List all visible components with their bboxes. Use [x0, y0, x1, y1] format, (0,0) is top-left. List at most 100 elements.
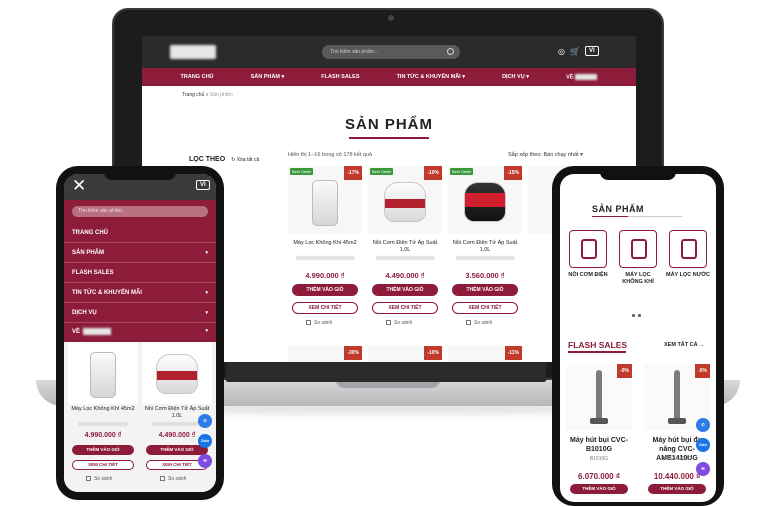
product-card[interactable]: -30%	[288, 346, 362, 362]
product-card[interactable]: Best Seller -17% Máy Lọc Không Khí 45m2 …	[288, 166, 362, 336]
close-icon[interactable]: ✕	[72, 177, 86, 195]
product-name[interactable]: Máy Lọc Không Khí 45m2	[68, 406, 138, 413]
nav-home[interactable]: TRANG CHỦ	[181, 74, 214, 80]
product-card[interactable]: -11%	[448, 346, 522, 362]
rice-cooker-glyph	[581, 239, 597, 259]
menu-item-flash-sales[interactable]: FLASH SALES	[72, 270, 208, 276]
carousel-dots[interactable]	[632, 314, 641, 317]
vacuum-image	[590, 370, 608, 424]
carousel-dot[interactable]	[638, 314, 641, 317]
add-to-cart-button[interactable]: THÊM VÀO GIỎ	[648, 484, 706, 494]
filter-heading: LỌC THEO ↻ Xóa tất cả	[189, 156, 259, 163]
nav-about[interactable]: VỀ	[566, 73, 598, 80]
product-name[interactable]: Máy Lọc Không Khí 45m2	[288, 240, 362, 247]
brand-logo[interactable]	[170, 45, 216, 59]
menu-item-services[interactable]: DỊCH VỤ ▾	[72, 310, 208, 316]
menu-item-products[interactable]: SẢN PHẨM ▾	[72, 250, 208, 256]
product-name[interactable]: Nồi Cơm Điện Tử Áp Suất 1.0L	[448, 240, 522, 254]
keyboard	[226, 360, 546, 382]
product-card[interactable]: Máy Lọc Không Khí 45m2 4.990.000 ₫ THÊM …	[68, 342, 138, 492]
phone-right-notch	[600, 166, 676, 180]
clear-filters-button[interactable]: ↻ Xóa tất cả	[231, 157, 259, 163]
menu-item-label: VỀ	[72, 329, 81, 336]
view-details-button[interactable]: XEM CHI TIẾT	[372, 302, 438, 314]
phone-call-icon[interactable]: ✆	[696, 418, 710, 432]
breadcrumb-home[interactable]: Trang chủ	[182, 92, 204, 98]
product-image[interactable]: -11%	[448, 346, 522, 362]
nav-services[interactable]: DỊCH VỤ ▾	[502, 74, 529, 80]
search-input[interactable]: Tìm kiếm sản phẩm...	[322, 45, 460, 59]
section-title: SẢN PHẨM	[592, 204, 645, 214]
product-image[interactable]	[142, 342, 212, 404]
product-image[interactable]: -0%	[566, 364, 632, 430]
category-water-purifier[interactable]: MÁY LỌC NƯỚC	[666, 230, 710, 300]
search-input[interactable]: Tìm kiếm sản phẩm...	[72, 206, 208, 217]
add-to-cart-button[interactable]: THÊM VÀO GIỎ	[372, 284, 438, 296]
chevron-down-icon[interactable]: ▾	[205, 250, 208, 256]
see-all-link[interactable]: XEM TẤT CẢ →	[664, 342, 705, 348]
zalo-chat-button[interactable]: Zalo	[198, 434, 212, 448]
add-to-cart-button[interactable]: THÊM VÀO GIỎ	[292, 284, 358, 296]
filter-title: LỌC THEO	[189, 156, 226, 163]
discount-badge: -0%	[695, 364, 710, 378]
compare-label: So sánh	[314, 320, 333, 326]
carousel-dot[interactable]	[632, 314, 635, 317]
compare-checkbox[interactable]: So sánh	[466, 320, 492, 326]
product-grid: Máy Lọc Không Khí 45m2 4.990.000 ₫ THÊM …	[64, 342, 216, 492]
product-card[interactable]: Best Seller -10% Nồi Cơm Điện Tử Áp Suất…	[368, 166, 442, 336]
compare-label: So sánh	[168, 476, 187, 482]
view-details-button[interactable]: XEM CHI TIẾT	[292, 302, 358, 314]
breadcrumb-current: Sản phẩm	[209, 92, 233, 98]
zalo-chat-button[interactable]: Zalo	[696, 438, 710, 452]
discount-badge: -15%	[504, 166, 522, 180]
chevron-down-icon[interactable]: ▾	[205, 328, 208, 334]
product-image[interactable]	[68, 342, 138, 404]
add-to-cart-button[interactable]: THÊM VÀO GIỎ	[570, 484, 628, 494]
category-air-purifier[interactable]: MÁY LỌC KHÔNG KHÍ	[616, 230, 660, 300]
title-underline	[592, 216, 682, 217]
nav-flash-sales[interactable]: FLASH SALES	[321, 74, 359, 80]
chevron-down-icon[interactable]: ▾	[205, 290, 208, 296]
view-details-button[interactable]: XEM CHI TIẾT	[72, 460, 134, 470]
add-to-cart-button[interactable]: THÊM VÀO GIỎ	[72, 445, 134, 455]
view-details-button[interactable]: XEM CHI TIẾT	[452, 302, 518, 314]
search-icon[interactable]	[447, 48, 454, 55]
product-name[interactable]: Máy hút bụi CVC-B1010G	[566, 436, 632, 454]
nav-products-label: SẢN PHẨM	[250, 74, 280, 80]
flash-product-card[interactable]: -0% Máy hút bụi đa năng CVC-AME1410UG UM…	[644, 364, 710, 502]
menu-item-home[interactable]: TRANG CHỦ	[72, 230, 208, 236]
discount-badge: -11%	[504, 346, 522, 360]
messenger-icon[interactable]: ✉	[696, 462, 710, 476]
product-image[interactable]: -10%	[368, 346, 442, 362]
cart-icon[interactable]: 🛒	[570, 47, 580, 56]
product-image[interactable]: Best Seller -15%	[448, 166, 522, 234]
flash-product-card[interactable]: -0% Máy hút bụi CVC-B1010G B1010G 6.070.…	[566, 364, 632, 502]
sort-select[interactable]: Sắp xếp theo: Bán chạy nhất ▾	[508, 152, 583, 158]
discount-badge: -17%	[344, 166, 362, 180]
flash-underline	[568, 351, 626, 353]
product-card[interactable]: -10%	[368, 346, 442, 362]
product-image[interactable]: -30%	[288, 346, 362, 362]
product-code: UME1410UG	[662, 456, 692, 462]
nav-products[interactable]: SẢN PHẨM ▾	[251, 74, 285, 80]
compare-checkbox[interactable]: So sánh	[86, 476, 112, 482]
user-icon[interactable]: ◎	[558, 47, 565, 56]
language-switch[interactable]: VI	[196, 180, 210, 190]
phone-call-icon[interactable]: ✆	[198, 414, 212, 428]
add-to-cart-button[interactable]: THÊM VÀO GIỎ	[146, 445, 208, 455]
category-rice-cooker[interactable]: NỒI CƠM ĐIỆN	[566, 230, 610, 300]
product-image[interactable]: Best Seller -10%	[368, 166, 442, 234]
menu-item-news[interactable]: TIN TỨC & KHUYẾN MÃI ▾	[72, 290, 208, 296]
compare-checkbox[interactable]: So sánh	[306, 320, 332, 326]
add-to-cart-button[interactable]: THÊM VÀO GIỎ	[452, 284, 518, 296]
product-card[interactable]: Best Seller -15% Nồi Cơm Điện Tử Áp Suất…	[448, 166, 522, 336]
nav-news[interactable]: TIN TỨC & KHUYẾN MÃI ▾	[397, 74, 465, 80]
product-name[interactable]: Nồi Cơm Điện Tử Áp Suất 1.0L	[368, 240, 442, 254]
chevron-down-icon[interactable]: ▾	[205, 310, 208, 316]
language-switch[interactable]: VI	[584, 46, 599, 56]
messenger-icon[interactable]: ✉	[198, 454, 212, 468]
menu-item-about[interactable]: VỀ ▾	[72, 328, 208, 335]
compare-checkbox[interactable]: So sánh	[160, 476, 186, 482]
product-image[interactable]: Best Seller -17%	[288, 166, 362, 234]
compare-checkbox[interactable]: So sánh	[386, 320, 412, 326]
